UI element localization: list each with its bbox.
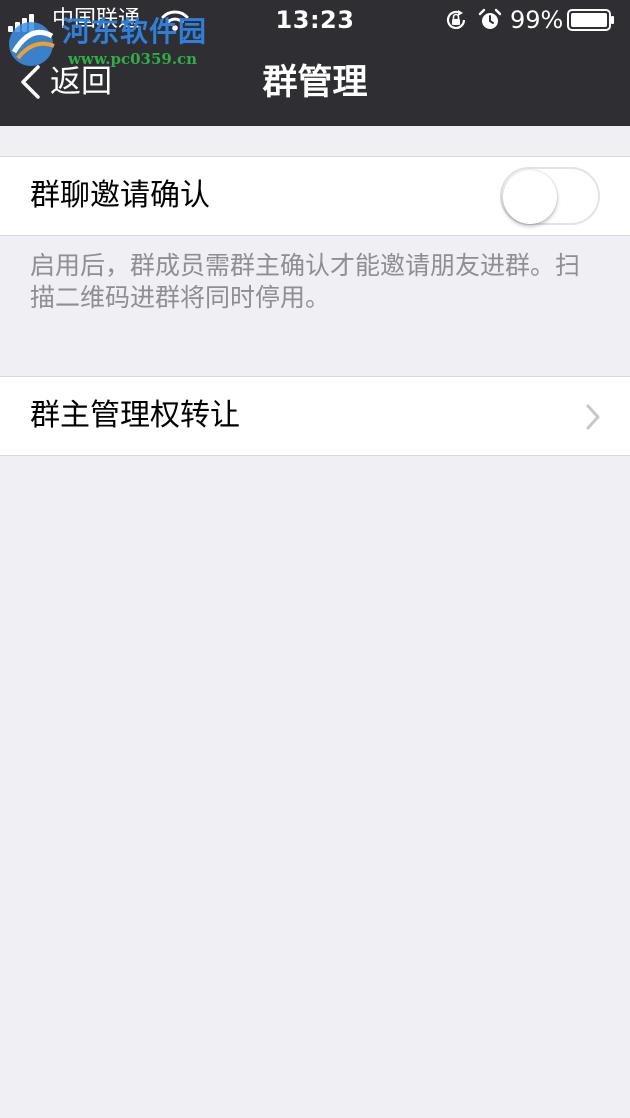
top-bar: 中国联通 13:23 99% 河东软件园 www.pc0359.cn 返回 群管…	[0, 0, 630, 126]
invite-confirm-label: 群聊邀请确认	[30, 178, 210, 213]
transfer-ownership-row[interactable]: 群主管理权转让	[0, 376, 630, 456]
chevron-right-icon	[586, 404, 600, 430]
transfer-ownership-label: 群主管理权转让	[30, 398, 240, 433]
invite-confirm-toggle[interactable]	[500, 167, 600, 225]
alarm-icon	[478, 8, 502, 29]
rotation-lock-icon	[446, 10, 466, 29]
page-title: 群管理	[262, 63, 368, 103]
invite-confirm-footer: 启用后，群成员需群主确认才能邀请朋友进群。扫描二维码进群将同时停用。	[30, 251, 581, 312]
battery-percentage: 99%	[510, 6, 564, 34]
battery-icon	[567, 9, 614, 31]
invite-confirm-row: 群聊邀请确认	[0, 156, 630, 236]
navigation-bar: 返回 群管理	[0, 44, 630, 122]
toggle-knob	[503, 170, 557, 224]
